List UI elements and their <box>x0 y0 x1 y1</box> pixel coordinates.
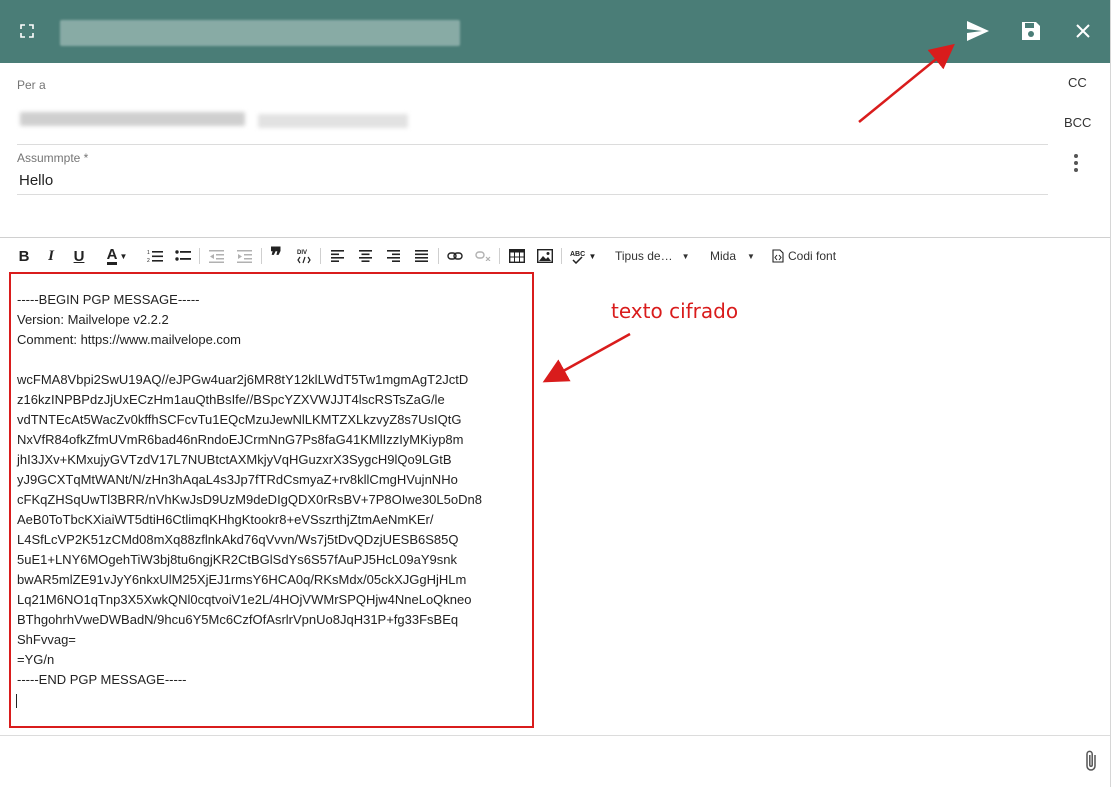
arrow-to-message <box>542 332 631 383</box>
arrow-to-send <box>858 43 955 123</box>
annotation-label: texto cifrado <box>611 299 739 323</box>
annotation-arrows <box>542 43 955 383</box>
